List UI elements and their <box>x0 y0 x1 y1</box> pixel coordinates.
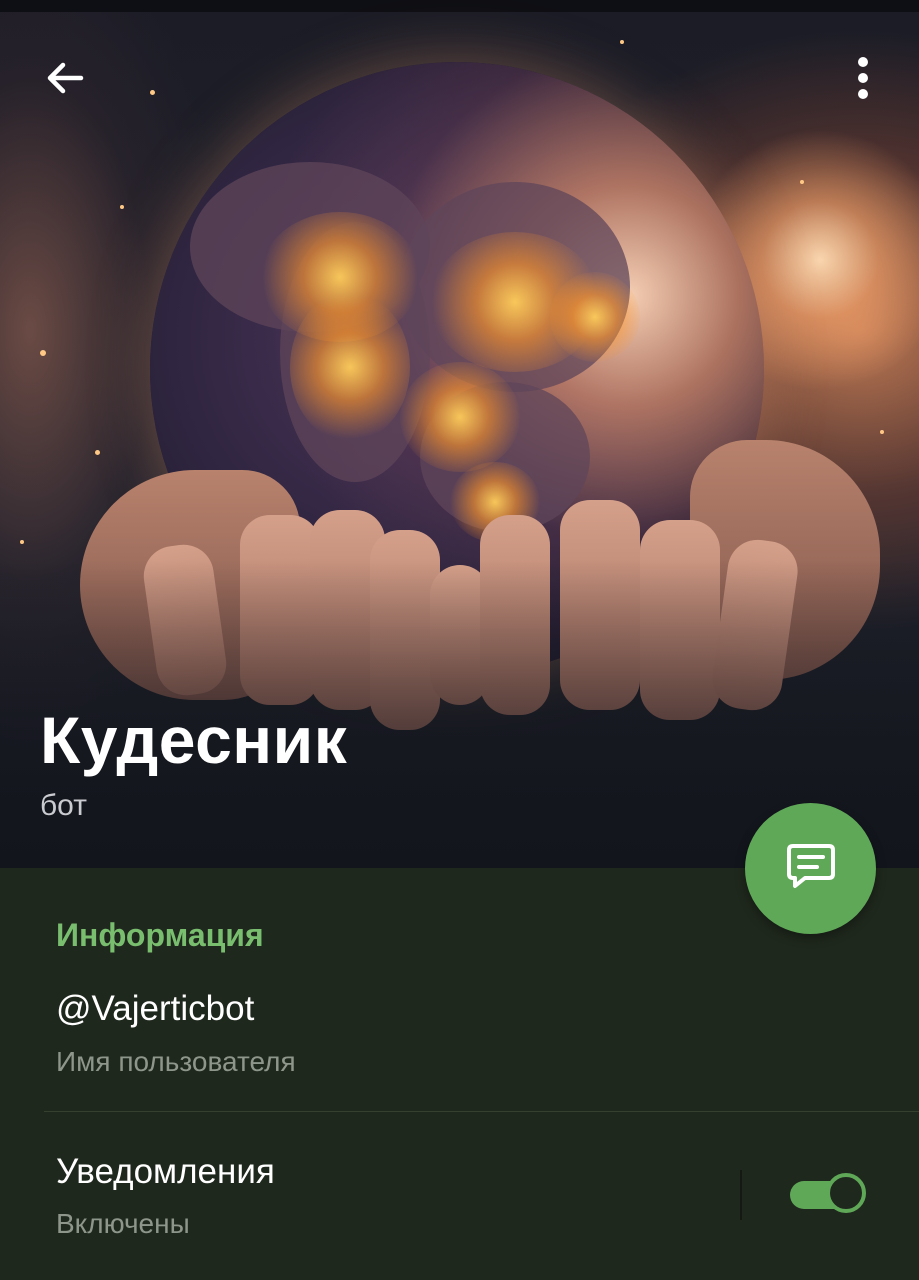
profile-name: Кудесник <box>40 703 348 777</box>
username-label: Имя пользователя <box>56 1046 296 1077</box>
star <box>95 450 100 455</box>
username-value[interactable]: @Vajerticbot <box>56 988 254 1030</box>
city-lights <box>550 272 640 362</box>
city-lights <box>290 292 410 442</box>
notifications-status: Включены <box>56 1208 190 1239</box>
notifications-row[interactable] <box>0 1112 919 1280</box>
notifications-title: Уведомления <box>56 1152 275 1191</box>
star <box>20 540 24 544</box>
star <box>620 40 624 44</box>
star <box>120 205 124 209</box>
star <box>40 350 46 356</box>
profile-header: Кудесник бот <box>0 0 919 868</box>
city-lights <box>400 362 520 472</box>
arrow-left-icon <box>43 56 87 105</box>
profile-subtitle: бот <box>40 789 87 822</box>
star <box>880 430 884 434</box>
back-button[interactable] <box>30 50 100 110</box>
more-menu-button[interactable] <box>838 50 888 110</box>
info-section-title: Информация <box>56 917 264 953</box>
star <box>150 90 155 95</box>
star <box>800 180 804 184</box>
notifications-toggle[interactable] <box>790 1173 870 1217</box>
send-message-button[interactable] <box>745 803 876 934</box>
more-vertical-icon <box>857 56 869 105</box>
message-icon <box>783 838 839 899</box>
status-bar <box>0 0 919 12</box>
toggle-separator <box>740 1170 742 1220</box>
toggle-knob <box>826 1173 866 1213</box>
